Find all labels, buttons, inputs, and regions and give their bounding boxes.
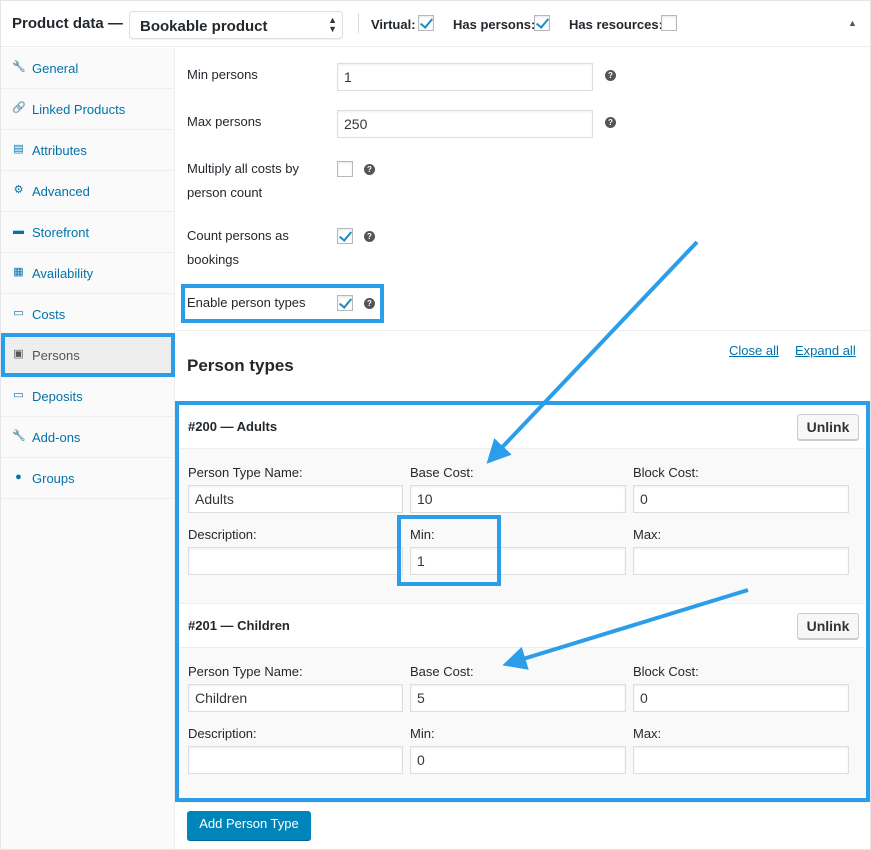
- highlight-persons-tab: [1, 333, 175, 377]
- arrow-to-children-base-cost: [502, 588, 749, 670]
- arrow-to-base-cost: [486, 240, 699, 464]
- annotation-arrows: [486, 240, 749, 670]
